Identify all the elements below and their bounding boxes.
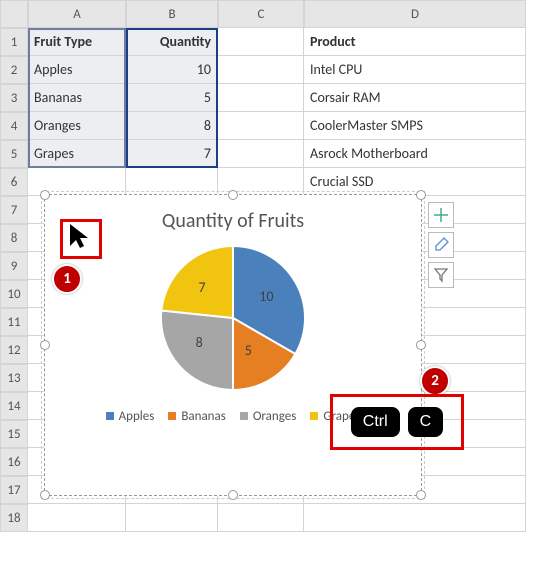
row-header[interactable]: 16 [0, 448, 28, 476]
pie-data-label: 7 [199, 279, 206, 296]
cursor-icon [66, 222, 92, 252]
row-header[interactable]: 2 [0, 56, 28, 84]
cell[interactable]: Crucial SSD [304, 168, 526, 196]
row-header[interactable]: 10 [0, 280, 28, 308]
resize-handle[interactable] [40, 340, 50, 350]
cell[interactable]: Grapes [28, 140, 126, 168]
cell[interactable] [218, 140, 304, 168]
brush-icon [433, 237, 449, 253]
legend-item: Oranges [240, 409, 297, 424]
cell[interactable]: Apples [28, 56, 126, 84]
cell[interactable] [126, 168, 218, 196]
row-header[interactable]: 13 [0, 364, 28, 392]
cell[interactable]: Bananas [28, 84, 126, 112]
legend-item: Apples [106, 409, 155, 424]
cell[interactable] [304, 504, 526, 532]
row-header[interactable]: 12 [0, 336, 28, 364]
cell[interactable] [218, 56, 304, 84]
resize-handle[interactable] [228, 490, 238, 500]
chart-elements-button[interactable] [428, 202, 454, 228]
cell[interactable]: Fruit Type [28, 28, 126, 56]
resize-handle[interactable] [416, 490, 426, 500]
row-header[interactable]: 9 [0, 252, 28, 280]
row-header[interactable]: 7 [0, 196, 28, 224]
keycap-ctrl: Ctrl [351, 407, 400, 437]
col-header-A[interactable]: A [28, 0, 126, 28]
pie-data-label: 10 [259, 288, 273, 305]
row-header[interactable]: 18 [0, 504, 28, 532]
resize-handle[interactable] [416, 340, 426, 350]
cell[interactable] [218, 28, 304, 56]
annotation-step-2: 2 [420, 366, 450, 396]
row-header[interactable]: 8 [0, 224, 28, 252]
cell[interactable] [218, 84, 304, 112]
keycap-c: C [408, 407, 444, 437]
select-all-corner[interactable] [0, 0, 28, 28]
cell[interactable]: CoolerMaster SMPS [304, 112, 526, 140]
cell[interactable]: Product [304, 28, 526, 56]
chart-filter-button[interactable] [428, 262, 454, 288]
annotation-box-2: Ctrl C [330, 394, 464, 450]
cell[interactable] [218, 504, 304, 532]
cell[interactable]: 5 [126, 84, 218, 112]
annotation-step-1: 1 [52, 264, 82, 294]
cell[interactable]: Quantity [126, 28, 218, 56]
cell[interactable]: Oranges [28, 112, 126, 140]
row-header[interactable]: 15 [0, 420, 28, 448]
cell[interactable] [218, 112, 304, 140]
col-header-B[interactable]: B [126, 0, 218, 28]
row-header[interactable]: 14 [0, 392, 28, 420]
cell[interactable] [28, 504, 126, 532]
resize-handle[interactable] [416, 190, 426, 200]
pie-chart[interactable]: 10 5 8 7 [158, 243, 308, 393]
cell[interactable]: 8 [126, 112, 218, 140]
legend-item: Bananas [168, 409, 226, 424]
row-header[interactable]: 17 [0, 476, 28, 504]
row-header[interactable]: 3 [0, 84, 28, 112]
chart-styles-button[interactable] [428, 232, 454, 258]
pie-data-label: 8 [196, 334, 203, 351]
col-header-C[interactable]: C [218, 0, 304, 28]
cell[interactable]: Corsair RAM [304, 84, 526, 112]
cell[interactable] [126, 504, 218, 532]
cell[interactable]: Intel CPU [304, 56, 526, 84]
row-header[interactable]: 1 [0, 28, 28, 56]
cell[interactable]: 7 [126, 140, 218, 168]
row-header[interactable]: 4 [0, 112, 28, 140]
pie-data-label: 5 [245, 342, 252, 359]
resize-handle[interactable] [40, 190, 50, 200]
resize-handle[interactable] [228, 190, 238, 200]
row-header[interactable]: 5 [0, 140, 28, 168]
cell[interactable]: 10 [126, 56, 218, 84]
resize-handle[interactable] [40, 490, 50, 500]
funnel-icon [433, 267, 449, 283]
row-header[interactable]: 6 [0, 168, 28, 196]
row-header[interactable]: 11 [0, 308, 28, 336]
col-header-D[interactable]: D [304, 0, 526, 28]
plus-icon [433, 207, 449, 223]
cell[interactable]: Asrock Motherboard [304, 140, 526, 168]
